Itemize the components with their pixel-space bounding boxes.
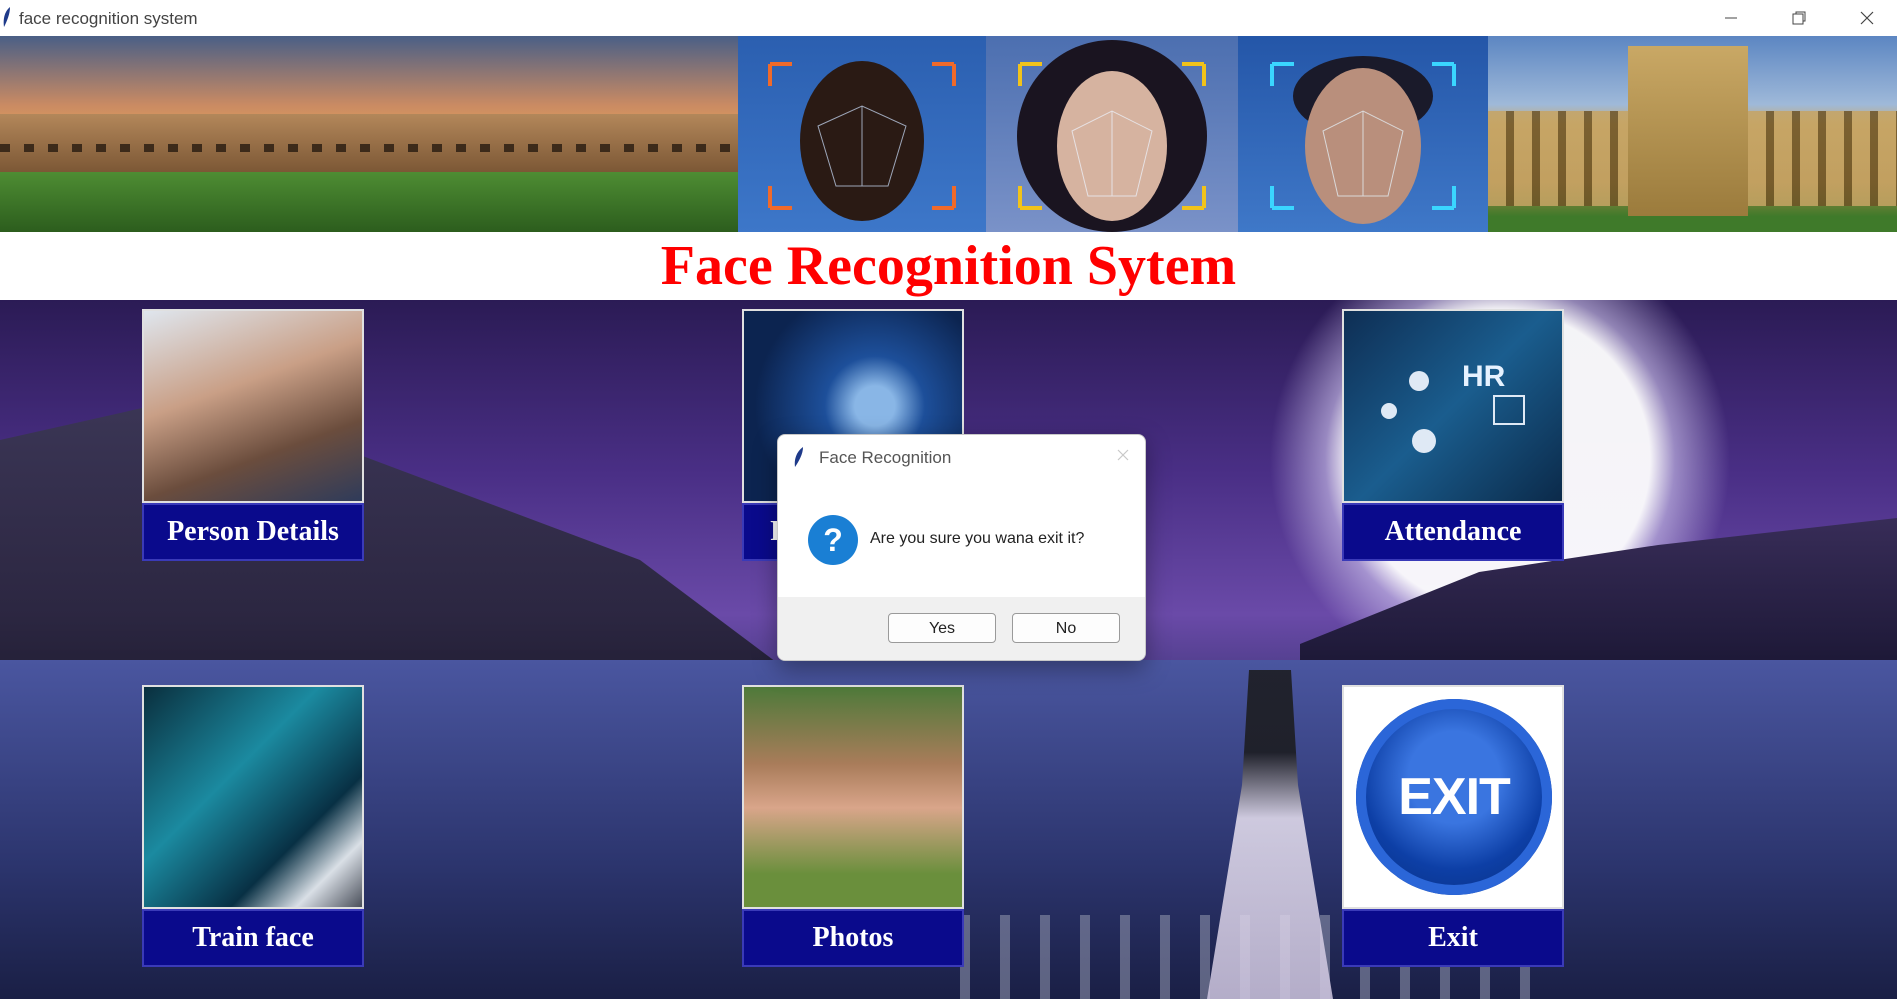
restore-icon xyxy=(1792,11,1806,25)
minimize-icon xyxy=(1725,17,1737,19)
university-image xyxy=(1488,36,1897,232)
face-scan-image-1 xyxy=(738,36,986,232)
restore-button[interactable] xyxy=(1765,0,1833,36)
train-face-button[interactable]: Train face xyxy=(142,909,364,967)
feather-icon xyxy=(3,7,10,27)
photos-button[interactable]: Photos xyxy=(742,909,964,967)
window-title: face recognition system xyxy=(19,9,198,28)
attendance-image[interactable]: HR xyxy=(1342,309,1564,503)
question-icon: ? xyxy=(808,515,858,565)
no-button[interactable]: No xyxy=(1012,613,1120,643)
person-details-button[interactable]: Person Details xyxy=(142,503,364,561)
photos-image[interactable] xyxy=(742,685,964,909)
minimize-button[interactable] xyxy=(1697,0,1765,36)
face-scan-image-3 xyxy=(1238,36,1488,232)
attendance-button[interactable]: Attendance xyxy=(1342,503,1564,561)
exit-confirm-dialog: Face Recognition ? Are you sure you wana… xyxy=(777,434,1146,661)
exit-disc-icon: EXIT xyxy=(1356,699,1552,895)
close-icon[interactable] xyxy=(1113,445,1133,465)
campus-image xyxy=(0,36,738,232)
exit-button[interactable]: Exit xyxy=(1342,909,1564,967)
svg-text:HR: HR xyxy=(1462,360,1506,393)
person-details-image[interactable] xyxy=(142,309,364,503)
window-titlebar: face recognition system xyxy=(0,0,1897,36)
page-title: Face Recognition Sytem xyxy=(660,235,1237,297)
feather-icon xyxy=(794,447,803,467)
dialog-title: Face Recognition xyxy=(819,448,952,467)
exit-image[interactable]: EXIT xyxy=(1342,685,1564,909)
yes-button[interactable]: Yes xyxy=(888,613,996,643)
face-scan-image-2 xyxy=(986,36,1238,232)
header-banner xyxy=(0,36,1897,232)
close-window-button[interactable] xyxy=(1833,0,1897,36)
train-face-image[interactable] xyxy=(142,685,364,909)
dialog-message: Are you sure you wana exit it? xyxy=(870,530,1085,547)
close-icon xyxy=(1860,11,1874,25)
